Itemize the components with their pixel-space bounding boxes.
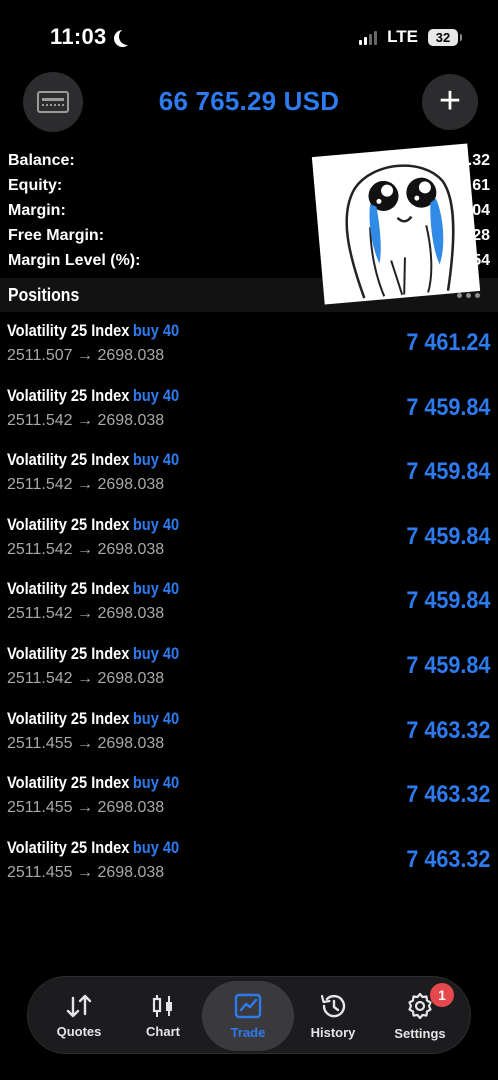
position-prices: 2511.455 → 2698.038 bbox=[7, 734, 165, 752]
position-profit: 7 459.84 bbox=[405, 393, 490, 421]
status-time: 11:03 bbox=[50, 24, 130, 50]
tab-history[interactable]: History bbox=[296, 977, 370, 1055]
status-bar: 11:03 LTE 32 bbox=[0, 0, 498, 72]
position-side: buy 40 bbox=[132, 514, 180, 534]
status-indicators: LTE 32 bbox=[359, 27, 462, 47]
position-profit: 7 459.84 bbox=[405, 458, 490, 486]
position-prices: 2511.507 → 2698.038 bbox=[7, 347, 165, 364]
time-text: 11:03 bbox=[50, 24, 107, 49]
position-profit: 7 461.24 bbox=[405, 329, 490, 356]
position-profit: 7 463.32 bbox=[405, 716, 490, 744]
tab-trade-label: Trade bbox=[230, 1024, 266, 1040]
position-profit: 7 463.32 bbox=[405, 845, 490, 873]
position-row[interactable]: Volatility 25 Index buy 40 2511.455 → 269… bbox=[0, 769, 498, 834]
margin-value: 04 bbox=[472, 201, 490, 219]
tab-chart[interactable]: Chart bbox=[126, 977, 200, 1055]
position-side: buy 40 bbox=[132, 773, 180, 793]
positions-title: Positions bbox=[8, 284, 80, 305]
position-side: buy 40 bbox=[132, 385, 180, 405]
crying-face-sticker bbox=[311, 143, 481, 305]
position-symbol: Volatility 25 Index bbox=[7, 837, 130, 857]
position-row[interactable]: Volatility 25 Index buy 40 2511.542 → 269… bbox=[0, 640, 498, 705]
margin-label: Margin: bbox=[8, 201, 66, 219]
position-profit: 7 463.32 bbox=[405, 781, 490, 809]
history-clock-icon bbox=[320, 994, 346, 1017]
position-symbol: Volatility 25 Index bbox=[7, 579, 130, 599]
position-symbol: Volatility 25 Index bbox=[7, 385, 130, 405]
tab-settings-label: Settings bbox=[394, 1025, 446, 1041]
positions-list: Volatility 25 Index buy 40 2511.507 → 269… bbox=[0, 317, 498, 898]
position-prices: 2511.542 → 2698.038 bbox=[7, 540, 165, 558]
signal-icon bbox=[359, 29, 378, 45]
position-row[interactable]: Volatility 25 Index buy 40 2511.455 → 269… bbox=[0, 834, 498, 899]
moon-icon bbox=[119, 28, 136, 45]
position-side: buy 40 bbox=[132, 579, 180, 599]
position-profit: 7 459.84 bbox=[405, 587, 490, 615]
network-label: LTE bbox=[387, 27, 418, 46]
crying-face-icon bbox=[345, 164, 455, 299]
notification-badge: 1 bbox=[430, 983, 454, 1007]
position-row[interactable]: Volatility 25 Index buy 40 2511.542 → 269… bbox=[0, 382, 498, 447]
position-prices: 2511.542 → 2698.038 bbox=[7, 411, 165, 429]
tab-quotes-label: Quotes bbox=[56, 1023, 102, 1039]
battery-icon: 32 bbox=[428, 28, 462, 46]
header: 66 765.29 USD + bbox=[0, 72, 498, 134]
position-prices: 2511.455 → 2698.038 bbox=[7, 863, 165, 881]
tab-history-label: History bbox=[310, 1024, 356, 1040]
tab-trade[interactable]: Trade bbox=[202, 981, 294, 1051]
position-prices: 2511.455 → 2698.038 bbox=[7, 799, 165, 817]
plus-icon: + bbox=[438, 79, 462, 122]
position-side: buy 40 bbox=[132, 321, 180, 340]
position-symbol: Volatility 25 Index bbox=[7, 708, 130, 728]
position-row[interactable]: Volatility 25 Index buy 40 2511.542 → 269… bbox=[0, 446, 498, 511]
position-side: buy 40 bbox=[132, 643, 180, 663]
position-side: buy 40 bbox=[132, 837, 180, 857]
position-symbol: Volatility 25 Index bbox=[7, 514, 130, 534]
position-profit: 7 459.84 bbox=[405, 522, 490, 550]
quotes-arrows-icon bbox=[66, 994, 92, 1017]
balance-label: Balance: bbox=[8, 151, 75, 169]
bottom-tab-bar: Quotes Chart Trade History Settings 1 bbox=[27, 976, 471, 1054]
trade-chart-icon bbox=[234, 993, 262, 1018]
position-row[interactable]: Volatility 25 Index buy 40 2511.542 → 269… bbox=[0, 511, 498, 576]
margin-level-label: Margin Level (%): bbox=[8, 251, 141, 269]
position-prices: 2511.542 → 2698.038 bbox=[7, 669, 165, 687]
position-profit: 7 459.84 bbox=[405, 651, 490, 679]
position-symbol: Volatility 25 Index bbox=[7, 321, 130, 340]
candlestick-icon bbox=[152, 994, 172, 1017]
free-margin-label: Free Margin: bbox=[8, 226, 105, 244]
position-prices: 2511.542 → 2698.038 bbox=[7, 476, 165, 494]
position-row[interactable]: Volatility 25 Index buy 40 2511.455 → 269… bbox=[0, 705, 498, 770]
position-side: buy 40 bbox=[132, 708, 180, 728]
position-prices: 2511.542 → 2698.038 bbox=[7, 605, 165, 623]
position-symbol: Volatility 25 Index bbox=[7, 450, 130, 470]
position-row[interactable]: Volatility 25 Index buy 40 2511.542 → 269… bbox=[0, 575, 498, 640]
tab-quotes[interactable]: Quotes bbox=[42, 977, 116, 1055]
position-row[interactable]: Volatility 25 Index buy 40 2511.507 → 269… bbox=[0, 317, 498, 382]
equity-label: Equity: bbox=[8, 176, 63, 194]
position-symbol: Volatility 25 Index bbox=[7, 643, 130, 663]
tab-settings[interactable]: Settings 1 bbox=[380, 977, 460, 1055]
position-symbol: Volatility 25 Index bbox=[7, 773, 130, 793]
new-order-button[interactable]: + bbox=[422, 74, 478, 130]
tab-chart-label: Chart bbox=[146, 1023, 180, 1039]
more-options-icon[interactable] bbox=[457, 292, 480, 298]
position-side: buy 40 bbox=[132, 450, 180, 470]
